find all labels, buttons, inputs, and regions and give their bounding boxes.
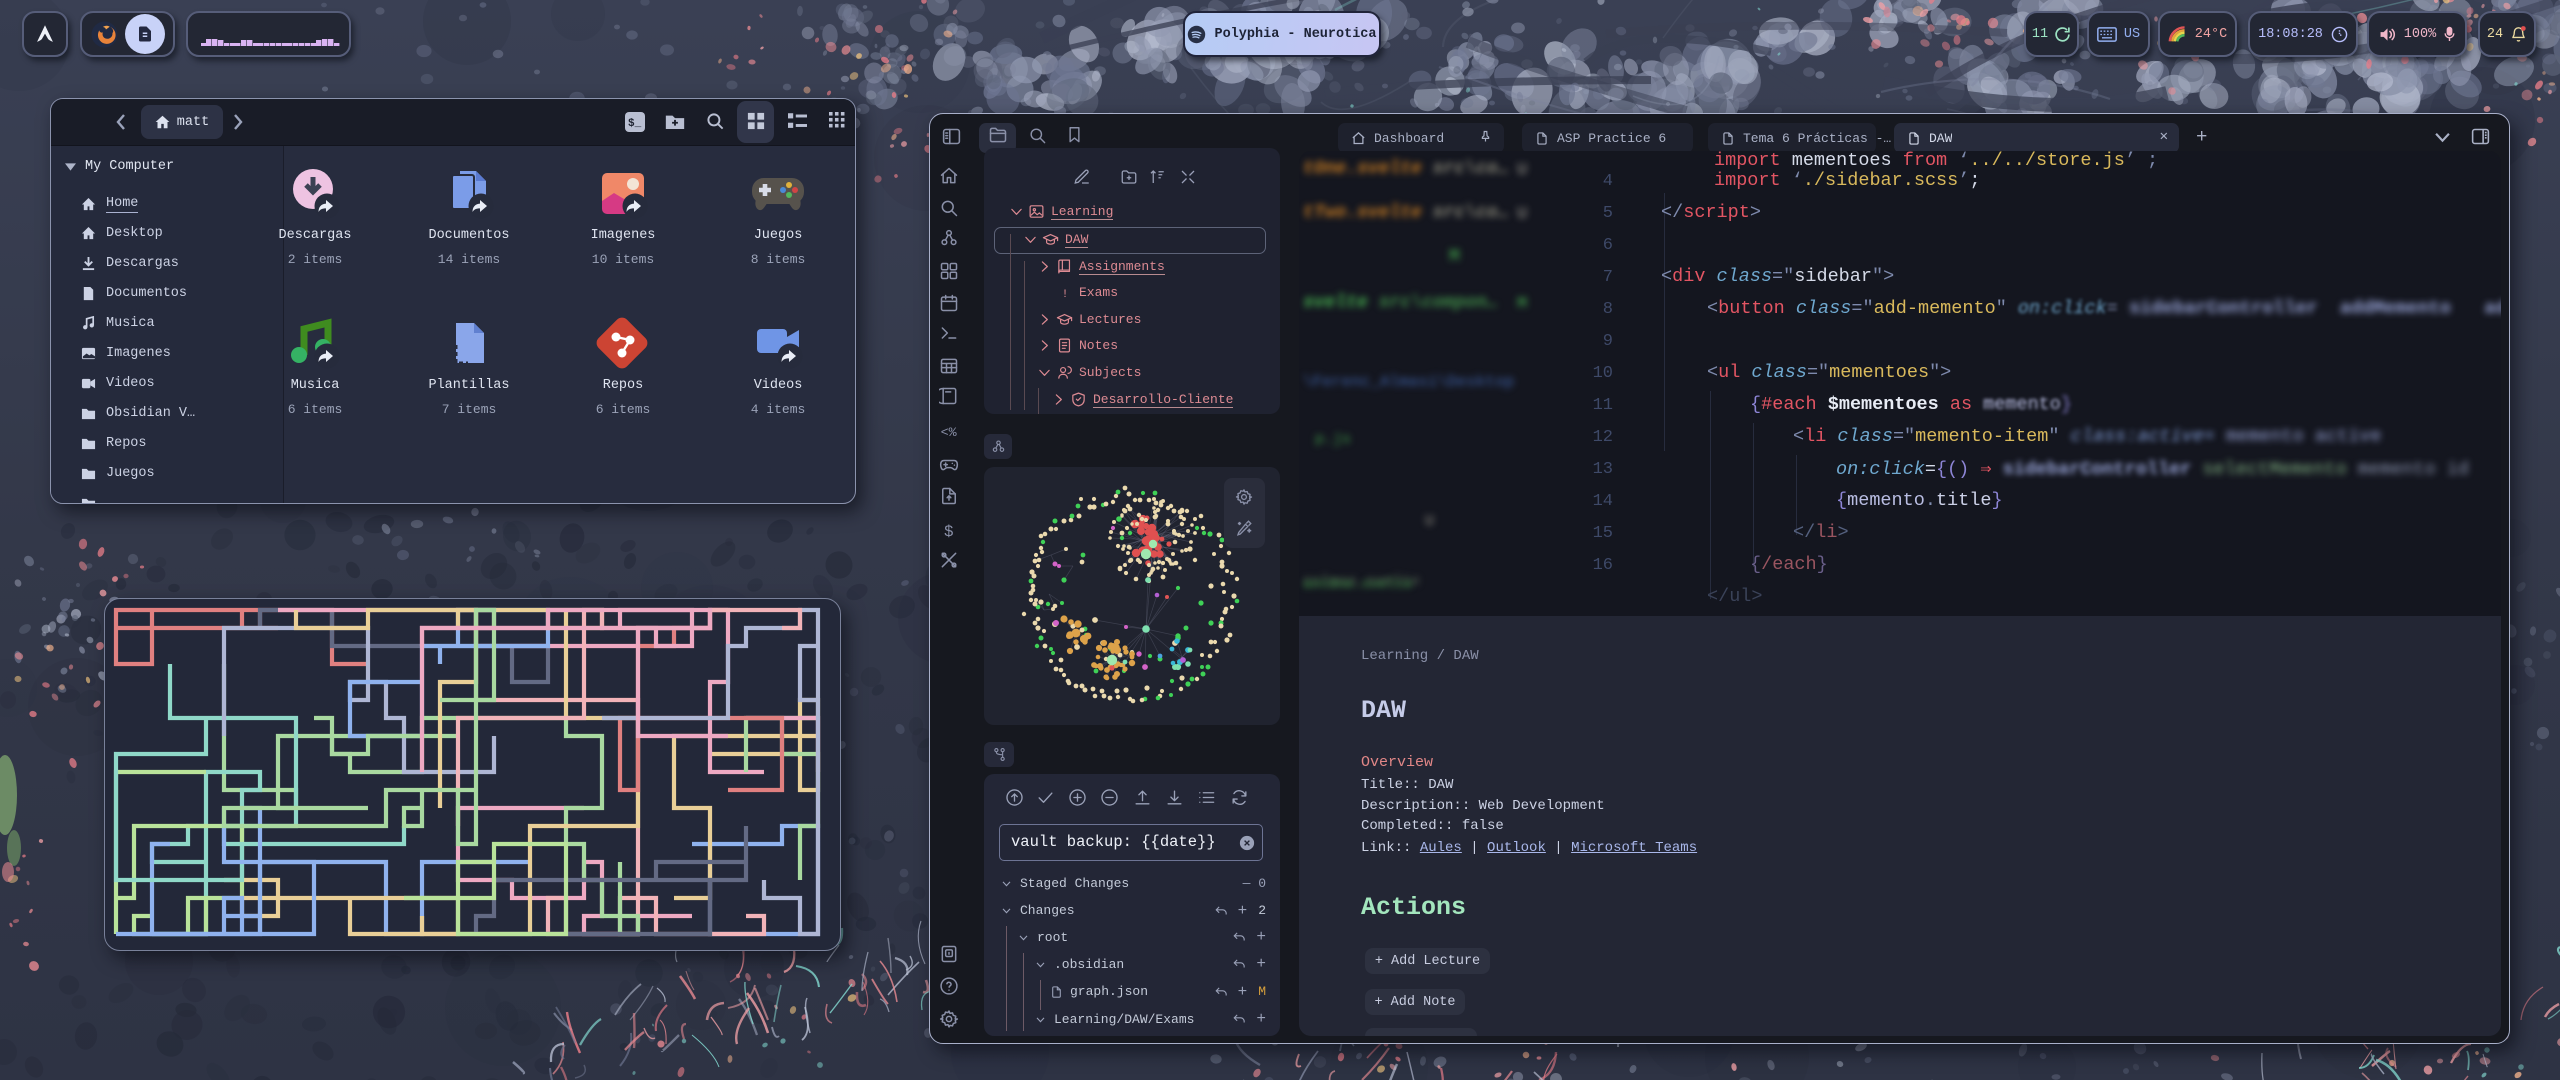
svg-text:!: ! bbox=[1062, 289, 1069, 301]
svg-text:$: $ bbox=[944, 523, 954, 540]
svg-text:<%: <% bbox=[941, 426, 957, 441]
svg-text:$_: $_ bbox=[628, 118, 642, 130]
